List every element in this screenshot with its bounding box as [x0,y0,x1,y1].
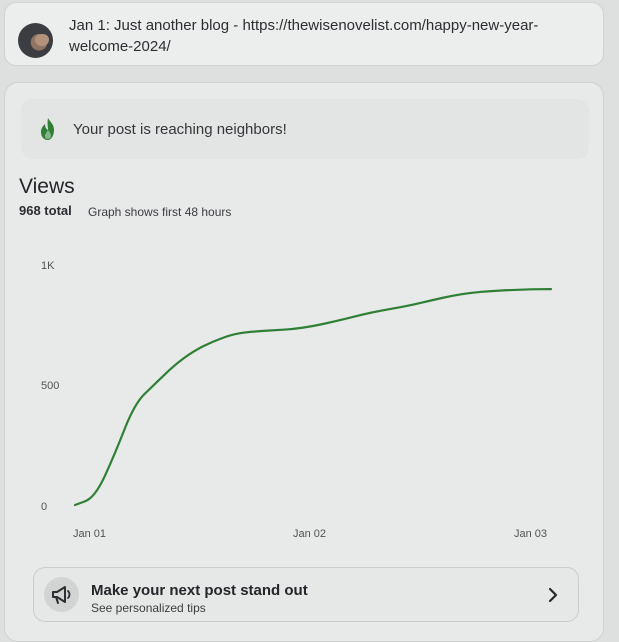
y-axis-labels: 1K 500 0 [41,260,59,513]
views-series-points [74,288,553,507]
post-preview[interactable]: Jan 1: Just another blog - https://thewi… [4,2,604,66]
y-tick-label: 1K [41,260,55,272]
views-line-chart: 1K 500 0 Jan 01 Jan 02 Jan 03 [41,260,553,540]
views-total: 968 total [19,203,72,218]
reach-banner: Your post is reaching neighbors! [21,99,589,159]
y-tick-label: 0 [41,501,47,513]
post-tips-card[interactable]: Make your next post stand out See person… [33,567,579,622]
tip-title: Make your next post stand out [91,582,308,599]
views-note: Graph shows first 48 hours [88,205,232,219]
megaphone-icon-container [44,577,79,612]
x-tick-label: Jan 01 [73,528,106,540]
views-series-line [73,288,553,507]
tip-subtitle: See personalized tips [91,601,206,615]
chevron-right-icon[interactable] [546,586,560,604]
x-axis-labels: Jan 01 Jan 02 Jan 03 [73,528,547,540]
x-tick-label: Jan 03 [514,528,547,540]
flame-icon [41,118,54,140]
x-tick-label: Jan 02 [293,528,326,540]
views-title: Views [19,175,75,198]
post-insights-card: Your post is reaching neighbors! Views 9… [4,82,604,642]
y-tick-label: 500 [41,380,59,392]
post-text: Jan 1: Just another blog - https://thewi… [69,17,539,55]
reach-message: Your post is reaching neighbors! [73,121,287,138]
profile-avatar [18,23,53,58]
megaphone-icon [52,586,71,604]
